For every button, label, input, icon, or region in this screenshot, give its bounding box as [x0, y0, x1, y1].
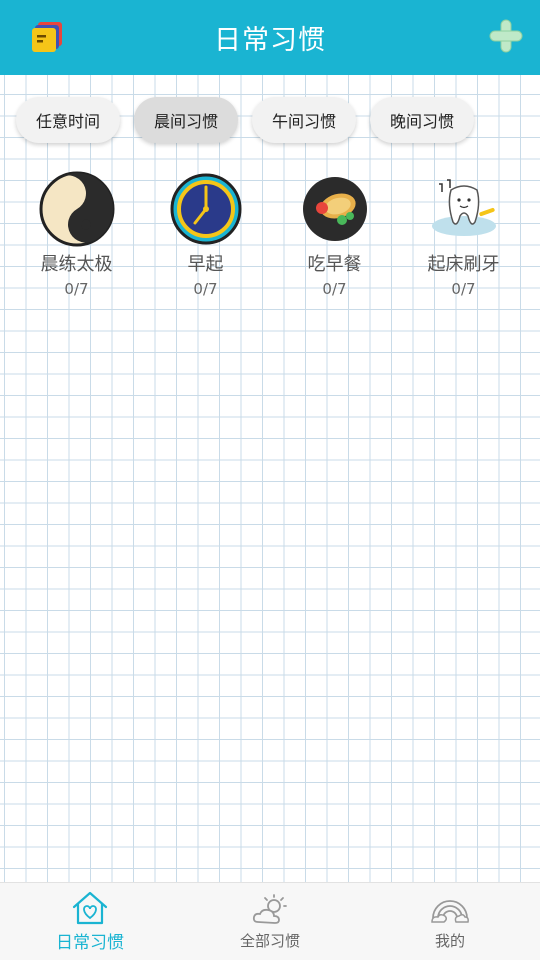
- habit-name: 起床刷牙: [427, 254, 500, 275]
- habit-name: 吃早餐: [307, 254, 362, 275]
- tab-anytime[interactable]: 任意时间: [16, 97, 121, 143]
- time-tabs: 任意时间 晨间习惯 午间习惯 晚间习惯: [16, 97, 475, 143]
- habit-count: 0/7: [451, 280, 476, 298]
- nav-mine[interactable]: 我的: [360, 883, 540, 960]
- add-icon[interactable]: [488, 18, 524, 54]
- yin-yang-icon: [39, 171, 114, 247]
- habit-count: 0/7: [322, 280, 347, 298]
- tooth-icon: [431, 179, 496, 236]
- page-title: 日常习惯: [214, 25, 326, 56]
- habit-list: 晨练太极 0/7 早起 0/7 吃早餐 0/7 起床刷牙 0/7: [12, 170, 528, 298]
- sun-cloud-icon: [252, 894, 287, 924]
- habit-item-breakfast[interactable]: 吃早餐 0/7: [270, 170, 399, 298]
- breakfast-icon: [302, 177, 367, 241]
- tab-noon[interactable]: 午间习惯: [252, 97, 357, 143]
- tab-morning[interactable]: 晨间习惯: [134, 97, 239, 143]
- habit-item-brush-teeth[interactable]: 起床刷牙 0/7: [399, 170, 528, 298]
- habit-count: 0/7: [193, 280, 218, 298]
- habit-name: 晨练太极: [40, 254, 113, 275]
- habit-item-taichi[interactable]: 晨练太极 0/7: [12, 170, 141, 298]
- rainbow-icon: [431, 900, 469, 923]
- app-header: 日常习惯: [0, 0, 540, 75]
- nav-label: 全部习惯: [239, 932, 300, 950]
- nav-daily-habits[interactable]: 日常习惯: [0, 883, 180, 960]
- tab-evening[interactable]: 晚间习惯: [370, 97, 475, 143]
- nav-label: 我的: [434, 932, 465, 950]
- clock-icon: [170, 173, 241, 245]
- home-heart-icon: [72, 891, 108, 925]
- habit-count: 0/7: [64, 280, 89, 298]
- nav-label: 日常习惯: [56, 933, 124, 953]
- nav-all-habits[interactable]: 全部习惯: [180, 883, 360, 960]
- bottom-nav: 日常习惯 全部习惯 我的: [0, 882, 540, 960]
- habit-item-wake-early[interactable]: 早起 0/7: [141, 170, 270, 298]
- habit-name: 早起: [187, 254, 224, 275]
- notes-icon[interactable]: [28, 18, 68, 58]
